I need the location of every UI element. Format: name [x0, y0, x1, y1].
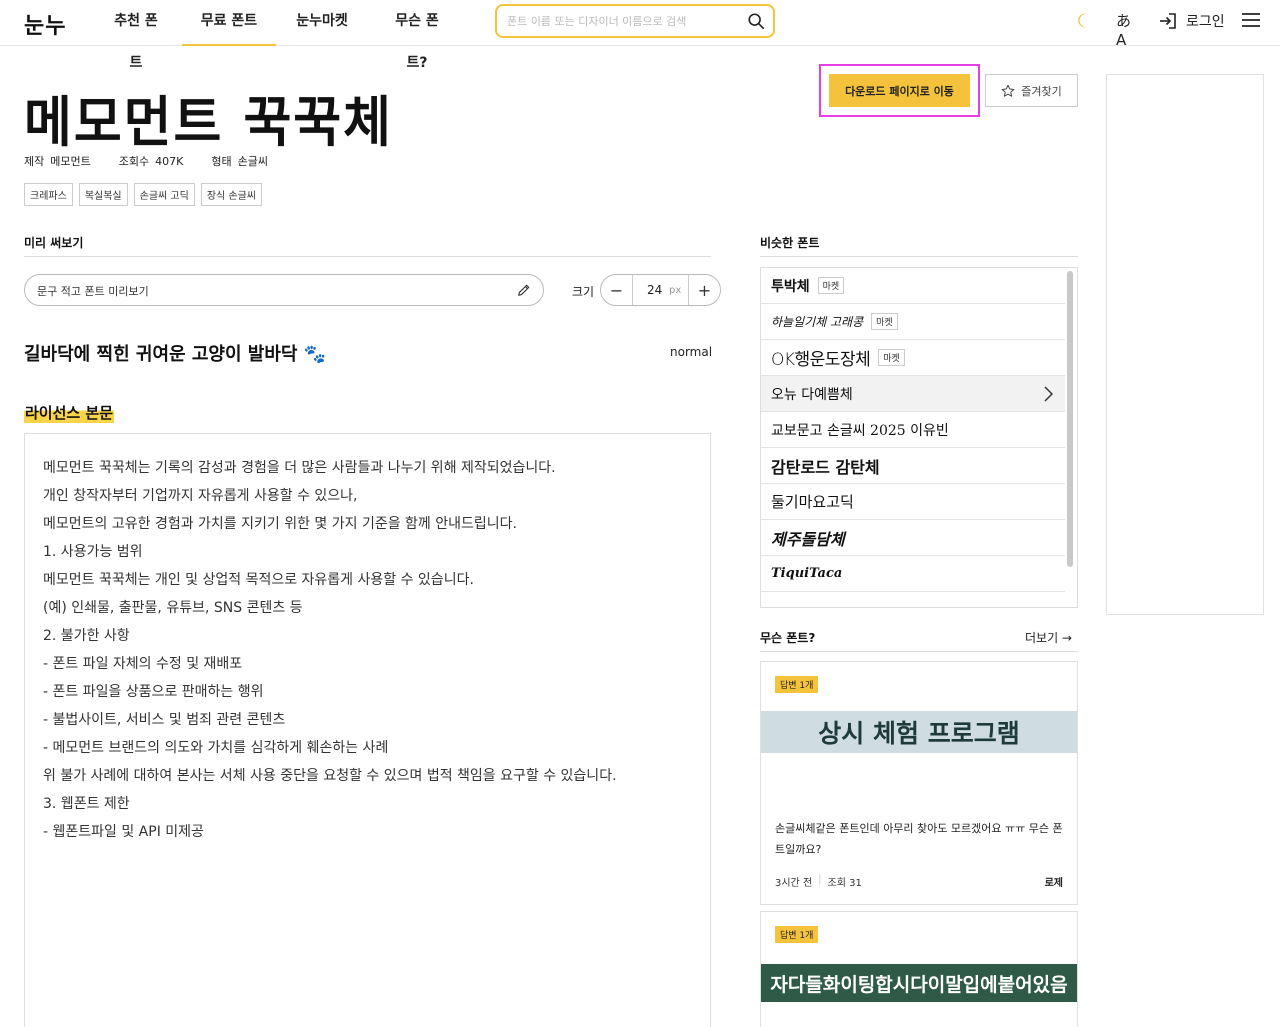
top-nav: 눈누 추천 폰트 무료 폰트 눈누마켓 무슨 폰트? あA 로그인: [0, 0, 1280, 71]
nav-market[interactable]: 눈누마켓: [296, 0, 348, 46]
chevron-right-icon: [1044, 386, 1053, 402]
license-line: - 웹폰트파일 및 API 미제공: [43, 824, 204, 840]
license-line: 메모먼트 꾹꾹체는 개인 및 상업적 목적으로 자유롭게 사용할 수 있습니다.: [43, 572, 474, 588]
translate-icon[interactable]: あA: [1116, 10, 1138, 49]
meta-maker: 제작 메모먼트: [24, 155, 91, 168]
size-value[interactable]: 24: [647, 283, 662, 297]
market-badge: 마켓: [817, 277, 845, 294]
tag[interactable]: 손글씨 고딕: [133, 183, 195, 206]
qa-card[interactable]: 답변 1개 자다들화이팅합시다이말입에붙어있음: [760, 911, 1078, 1027]
size-decrease-button[interactable]: −: [601, 275, 633, 305]
hamburger-menu-icon[interactable]: [1242, 12, 1260, 28]
font-meta: 제작 메모먼트 조회수 407K 형태 손글씨: [24, 153, 268, 169]
divider: [760, 651, 1078, 652]
favorite-label: 즐겨찾기: [1021, 84, 1062, 98]
similar-font-name: 오뉴 다예쁨체: [771, 386, 853, 403]
login-icon: [1160, 13, 1176, 29]
similar-font-item[interactable]: 오뉴 다예쁨체: [761, 376, 1065, 412]
download-page-button[interactable]: 다운로드 페이지로 이동: [829, 74, 970, 107]
moon-icon[interactable]: [1075, 11, 1095, 31]
license-line: 메모먼트 꾹꾹체는 기록의 감성과 경험을 더 많은 사람들과 나누기 위해 제…: [43, 460, 556, 476]
similar-font-item[interactable]: OK행운도장체 마켓: [761, 340, 1065, 376]
preview-section-title: 미리 써보기: [24, 236, 84, 250]
license-line: - 불법사이트, 서비스 및 범죄 관련 콘텐츠: [43, 712, 286, 728]
similar-font-name: 교보문고 손글씨 2025 이유빈: [771, 422, 949, 439]
similar-font-name: OK행운도장체: [771, 350, 871, 370]
qa-author: 로제: [1044, 878, 1063, 889]
preview-text-input[interactable]: [37, 282, 497, 300]
size-label: 크기: [572, 285, 595, 299]
license-line: 개인 창작자부터 기업까지 자유롭게 사용할 수 있으나,: [43, 488, 358, 504]
star-icon: [1001, 84, 1015, 97]
size-increase-button[interactable]: +: [688, 275, 720, 305]
license-body: 메모먼트 꾹꾹체는 기록의 감성과 경험을 더 많은 사람들과 나누기 위해 제…: [24, 433, 711, 1027]
qa-image-banner: 상시 체험 프로그램: [761, 711, 1077, 753]
similar-font-list: 투박체 마켓 하늘일기체 고래콩 마켓 OK행운도장체 마켓 오뉴 다예쁨체 교…: [760, 267, 1078, 608]
preview-sample-text: 길바닥에 찍힌 귀여운 고양이 발바닥 🐾: [24, 344, 327, 365]
size-stepper: − 24 px +: [600, 274, 721, 306]
tag[interactable]: 복실복실: [78, 183, 128, 206]
preview-input-box: [24, 274, 544, 306]
similar-font-item[interactable]: TiquiTaca: [761, 556, 1065, 592]
meta-views: 조회수 407K: [118, 155, 184, 168]
similar-section-title: 비슷한 폰트: [760, 236, 820, 250]
similar-font-item[interactable]: 투박체 마켓: [761, 268, 1065, 304]
divider: [760, 256, 1078, 257]
similar-font-item[interactable]: 교보문고 손글씨 2025 이유빈: [761, 412, 1065, 448]
license-line: 위 불가 사례에 대하여 본사는 서체 사용 중단을 요청할 수 있으며 법적 …: [43, 768, 617, 784]
qa-views: 조회 31: [827, 878, 862, 889]
ad-placeholder: [1106, 74, 1264, 615]
similar-font-item[interactable]: 감탄로드 감탄체: [761, 448, 1065, 484]
site-logo[interactable]: 눈누: [24, 8, 66, 40]
similar-font-name: TiquiTaca: [771, 566, 843, 581]
favorite-button[interactable]: 즐겨찾기: [985, 74, 1078, 107]
qa-time: 3시간 전: [775, 878, 813, 889]
qa-section-title: 무슨 폰트?: [760, 631, 816, 645]
market-badge: 마켓: [871, 313, 898, 330]
qa-more-link[interactable]: 더보기 →: [1025, 629, 1072, 646]
search-icon[interactable]: [747, 12, 765, 30]
similar-font-item[interactable]: 둘기마요고딕: [761, 484, 1065, 520]
font-tags: 크레파스 복실복실 손글씨 고딕 장식 손글씨: [24, 183, 262, 206]
login-button[interactable]: 로그인: [1158, 9, 1225, 33]
license-line: - 폰트 파일을 상품으로 판매하는 행위: [43, 684, 264, 700]
size-unit: px: [669, 285, 682, 296]
similar-list-scrollbar[interactable]: [1067, 271, 1073, 567]
market-badge: 마켓: [878, 349, 905, 366]
license-line: 1. 사용가능 범위: [43, 544, 143, 560]
qa-image-banner: 자다들화이팅합시다이말입에붙어있음: [761, 964, 1077, 1002]
similar-font-item[interactable]: 하늘일기체 고래콩 마켓: [761, 304, 1065, 340]
license-line: 3. 웹폰트 제한: [43, 796, 130, 812]
font-title: 메모먼트 꾹꾹체: [24, 91, 393, 155]
similar-font-name: 투박체: [771, 278, 810, 295]
similar-font-name: 둘기마요고딕: [771, 493, 854, 511]
preview-weight-label: normal: [670, 345, 713, 359]
similar-font-name: 제주돌담체: [771, 529, 845, 549]
search-box: [495, 4, 775, 38]
license-line: (예) 인쇄물, 출판물, 유튜브, SNS 콘텐츠 등: [43, 600, 303, 616]
search-input[interactable]: [507, 12, 737, 30]
similar-font-name: 하늘일기체 고래콩: [771, 315, 864, 329]
meta-type: 형태 손글씨: [211, 155, 268, 168]
qa-question-text: 손글씨체같은 폰트인데 아무리 찾아도 모르겠어요 ㅠㅠ 무슨 폰트일까요?: [775, 822, 1063, 856]
license-line: - 메모먼트 브랜드의 의도와 가치를 심각하게 훼손하는 사례: [43, 740, 389, 756]
answer-count-badge: 답변 1개: [775, 676, 819, 693]
license-line: 2. 불가한 사항: [43, 628, 130, 644]
nav-recommended[interactable]: 추천 폰트: [108, 0, 164, 71]
nav-what-font[interactable]: 무슨 폰트?: [386, 0, 448, 71]
qa-meta: 3시간 전 | 조회 31: [775, 874, 862, 889]
similar-font-name: 감탄로드 감탄체: [771, 457, 880, 477]
login-label: 로그인: [1186, 14, 1225, 30]
divider: [24, 256, 711, 257]
nav-free-fonts[interactable]: 무료 폰트: [182, 0, 276, 46]
tag[interactable]: 장식 손글씨: [200, 183, 262, 206]
pencil-icon: [518, 284, 530, 296]
tag[interactable]: 크레파스: [24, 183, 73, 206]
similar-font-item[interactable]: 제주돌담체: [761, 520, 1065, 556]
license-title: 라이선스 본문: [24, 402, 115, 423]
license-line: - 폰트 파일 자체의 수정 및 재배포: [43, 656, 243, 672]
qa-card[interactable]: 답변 1개 상시 체험 프로그램 손글씨체같은 폰트인데 아무리 찾아도 모르겠…: [760, 661, 1078, 905]
license-line: 메모먼트의 고유한 경험과 가치를 지키기 위한 몇 가지 기준을 함께 안내드…: [43, 516, 517, 532]
answer-count-badge: 답변 1개: [775, 926, 819, 943]
